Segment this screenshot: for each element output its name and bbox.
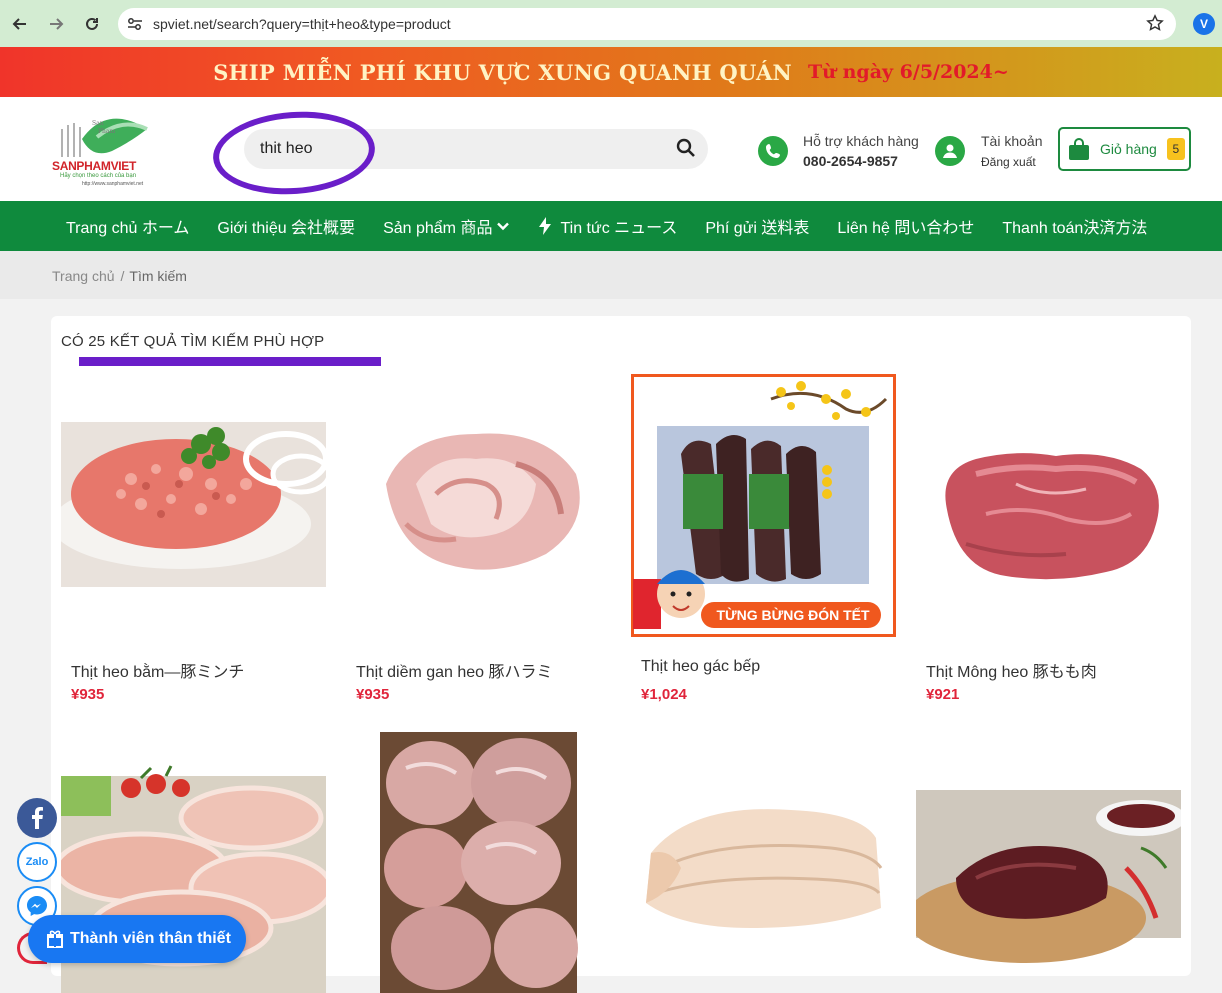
product-image-smoked-pork[interactable]: TỪNG BỪNG ĐÓN TẾT xyxy=(631,374,896,639)
product-price: ¥935 xyxy=(71,686,105,703)
account-menu[interactable]: Tài khoản Đăng xuất xyxy=(935,133,1042,169)
browser-toolbar: spviet.net/search?query=thịt+heo&type=pr… xyxy=(0,0,1222,47)
nav-item-shipping[interactable]: Phí gửi 送料表 xyxy=(691,214,823,238)
search-results-card: CÓ 25 KẾT QUẢ TÌM KIẾM PHÙ HỢP Thịt heo … xyxy=(51,316,1191,993)
product-badge-text: TỪNG BỪNG ĐÓN TẾT xyxy=(716,606,870,623)
messenger-icon xyxy=(27,896,47,916)
phone-icon xyxy=(758,136,788,166)
reload-icon[interactable] xyxy=(80,12,104,36)
logo-slogan: Hãy chọn theo cách của bạn xyxy=(60,173,137,179)
promo-date: Từ ngày 6/5/2024~ xyxy=(808,61,1009,83)
address-url[interactable]: spviet.net/search?query=thịt+heo&type=pr… xyxy=(153,16,451,32)
nav-item-label: Phí gửi 送料表 xyxy=(705,220,810,237)
site-settings-icon[interactable] xyxy=(126,15,144,33)
product-name[interactable]: Thịt Mông heo 豚もも肉 xyxy=(926,658,1097,682)
user-icon xyxy=(935,136,965,166)
breadcrumb-home[interactable]: Trang chủ xyxy=(52,268,115,284)
member-program-button[interactable]: Thành viên thân thiết xyxy=(28,915,246,963)
nav-item-news[interactable]: Tin tức ニュース xyxy=(524,214,691,238)
nav-item-label: Giới thiệu 会社概要 xyxy=(217,220,356,237)
cart-count-badge: 5 xyxy=(1166,138,1185,160)
nav-item-label: Trang chủ ホーム xyxy=(66,220,190,237)
lightning-icon xyxy=(539,217,552,235)
cart-label: Giỏ hàng xyxy=(1100,141,1157,157)
product-image-pork-skin[interactable] xyxy=(631,728,896,993)
nav-item-home[interactable]: Trang chủ ホーム xyxy=(52,214,203,238)
product-name[interactable]: Thịt heo gác bếp xyxy=(641,658,760,676)
logo-graphic: San Pham xyxy=(61,118,148,157)
cart-button[interactable]: Giỏ hàng 5 xyxy=(1058,127,1191,171)
product-name[interactable]: Thịt heo bằm—豚ミンチ xyxy=(71,658,244,682)
breadcrumb-bar: Trang chủ / Tìm kiếm xyxy=(0,251,1222,299)
product-price: ¥935 xyxy=(356,686,390,703)
site-header: San Pham SANPHAMVIET Hãy chọn theo cách … xyxy=(0,97,1222,201)
nav-item-label: Liên hệ 問い合わせ xyxy=(837,220,975,237)
bookmark-star-icon[interactable] xyxy=(1146,14,1164,37)
nav-item-about[interactable]: Giới thiệu 会社概要 xyxy=(203,214,369,238)
promo-banner: SHIP MIỄN PHÍ KHU VỰC XUNG QUANH QUÁN Từ… xyxy=(0,47,1222,97)
zalo-button[interactable]: Zalo xyxy=(17,842,57,882)
breadcrumb-separator: / xyxy=(120,268,125,284)
support-phone[interactable]: 080-2654-9857 xyxy=(803,153,919,169)
results-title: CÓ 25 KẾT QUẢ TÌM KIẾM PHÙ HỢP xyxy=(61,333,325,350)
nav-item-label: Sản phẩm 商品 xyxy=(383,220,493,237)
logo-brand: SANPHAMVIET xyxy=(52,159,137,173)
product-name[interactable]: Thịt diềm gan heo 豚ハラミ xyxy=(356,658,553,682)
back-arrow-icon[interactable] xyxy=(8,12,32,36)
zalo-label: Zalo xyxy=(25,856,49,868)
annotation-underline xyxy=(79,357,381,366)
product-image-minced-pork[interactable] xyxy=(61,374,326,639)
address-bar[interactable]: spviet.net/search?query=thịt+heo&type=pr… xyxy=(118,8,1176,40)
main-navigation: Trang chủ ホーム Giới thiệu 会社概要 Sản phẩm 商… xyxy=(0,201,1222,251)
site-logo[interactable]: San Pham SANPHAMVIET Hãy chọn theo cách … xyxy=(52,109,162,189)
nav-item-products[interactable]: Sản phẩm 商品 xyxy=(369,214,524,238)
gift-icon xyxy=(47,930,63,948)
breadcrumb-current: Tìm kiếm xyxy=(129,268,187,284)
promo-text: SHIP MIỄN PHÍ KHU VỰC XUNG QUANH QUÁN xyxy=(213,59,793,85)
breadcrumb: Trang chủ / Tìm kiếm xyxy=(52,268,187,284)
profile-avatar[interactable]: V xyxy=(1193,13,1215,35)
logout-link[interactable]: Đăng xuất xyxy=(981,155,1042,169)
member-button-label: Thành viên thân thiết xyxy=(70,930,231,947)
shopping-bag-icon xyxy=(1068,137,1092,161)
logo-url: http://www.sanphamviet.net xyxy=(82,181,144,187)
nav-item-label: Tin tức ニュース xyxy=(560,220,678,237)
support-label: Hỗ trợ khách hàng xyxy=(803,133,919,149)
product-image-pork-skirt[interactable] xyxy=(346,374,611,639)
facebook-button[interactable] xyxy=(17,798,57,838)
svg-text:San: San xyxy=(92,120,104,127)
product-price: ¥921 xyxy=(926,686,960,703)
account-label[interactable]: Tài khoản xyxy=(981,133,1042,149)
customer-support[interactable]: Hỗ trợ khách hàng 080-2654-9857 xyxy=(758,133,919,169)
nav-item-label: Thanh toán決済方法 xyxy=(1002,220,1148,237)
nav-item-payment[interactable]: Thanh toán決済方法 xyxy=(988,214,1161,238)
svg-text:Pham: Pham xyxy=(98,128,115,135)
search-icon[interactable] xyxy=(676,138,698,160)
product-price: ¥1,024 xyxy=(641,686,687,703)
chevron-down-icon xyxy=(497,222,510,231)
product-image-pork-leg[interactable] xyxy=(916,374,1181,639)
facebook-icon xyxy=(32,807,43,829)
product-image-pork-liver[interactable] xyxy=(916,728,1181,993)
nav-item-contact[interactable]: Liên hệ 問い合わせ xyxy=(823,214,988,238)
product-image-frozen-pork[interactable] xyxy=(346,728,611,993)
forward-arrow-icon[interactable] xyxy=(44,12,68,36)
